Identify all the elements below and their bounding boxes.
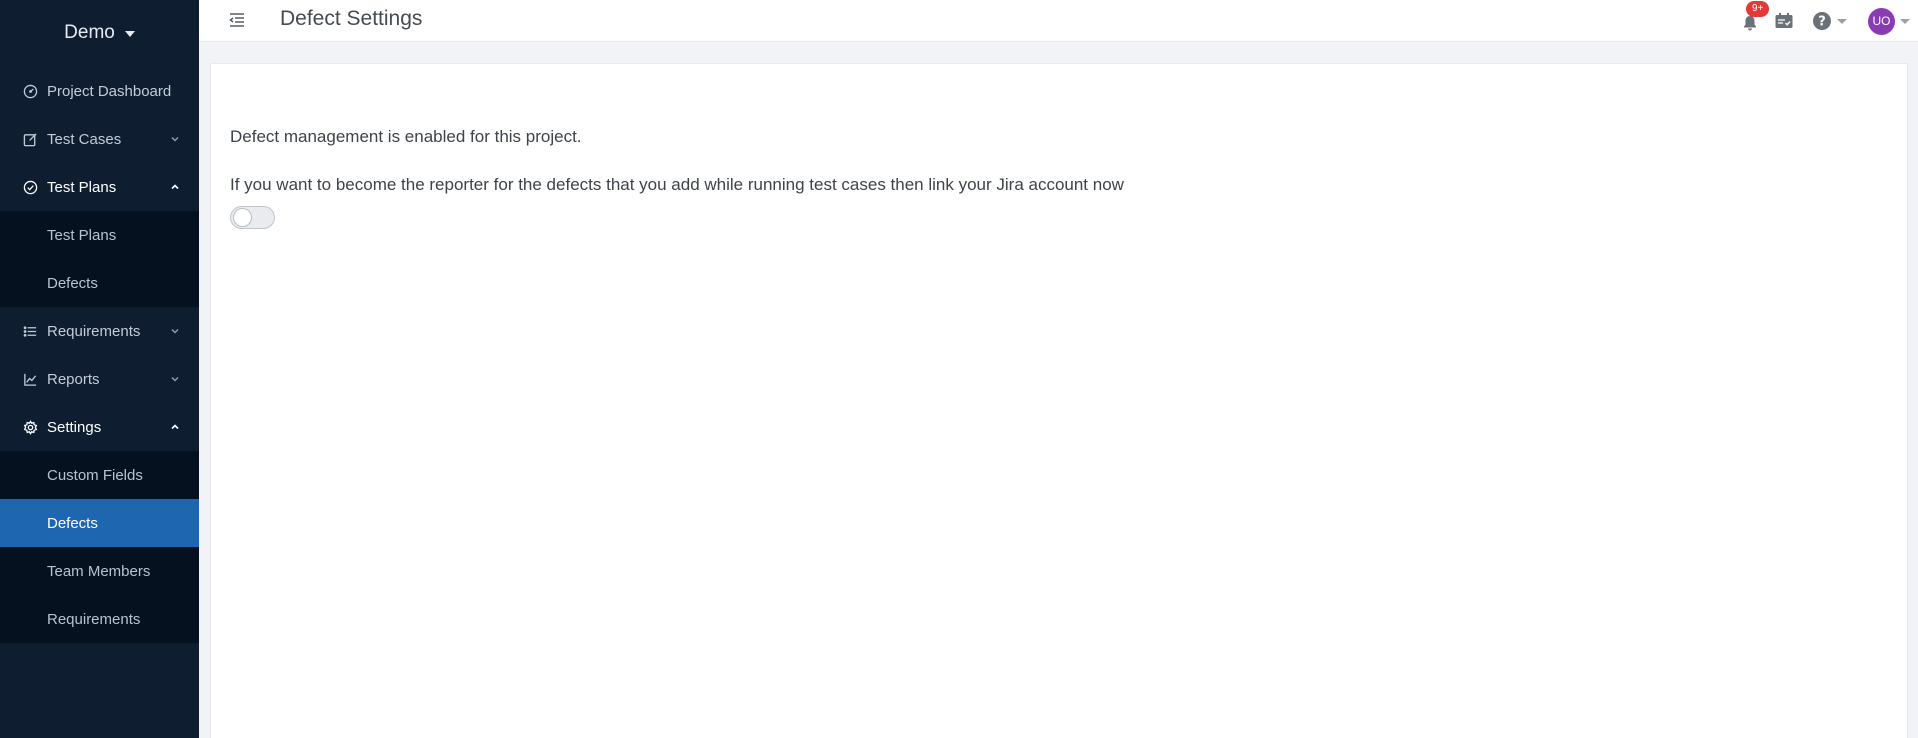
page-title: Defect Settings bbox=[280, 7, 423, 30]
avatar: UO bbox=[1868, 7, 1895, 35]
submenu-item-defects[interactable]: Defects bbox=[0, 259, 199, 307]
nav-label: Reports bbox=[47, 370, 100, 388]
test-plans-submenu: Test Plans Defects bbox=[0, 211, 199, 307]
user-menu[interactable]: UO bbox=[1868, 0, 1912, 42]
nav-project-dashboard[interactable]: Project Dashboard bbox=[0, 67, 199, 115]
list-icon bbox=[22, 323, 38, 339]
jira-link-toggle[interactable] bbox=[230, 206, 275, 229]
edit-icon bbox=[22, 131, 38, 147]
project-switcher[interactable]: Demo bbox=[0, 0, 199, 66]
submenu-item-test-plans[interactable]: Test Plans bbox=[0, 211, 199, 259]
line-chart-icon bbox=[22, 371, 38, 387]
help-menu[interactable]: ? bbox=[1812, 0, 1852, 42]
notification-badge: 9+ bbox=[1746, 1, 1770, 17]
nav-label: Project Dashboard bbox=[47, 82, 172, 100]
defect-management-status: Defect management is enabled for this pr… bbox=[230, 127, 582, 146]
chevron-down-icon bbox=[169, 325, 181, 337]
nav-label: Requirements bbox=[47, 322, 141, 340]
calendar-check-icon bbox=[1775, 13, 1793, 28]
calendar-button[interactable] bbox=[1774, 0, 1804, 42]
top-bar: Defect Settings 9+ ? UO bbox=[199, 0, 1918, 42]
nav-settings[interactable]: Settings bbox=[0, 403, 199, 451]
nav-label: Settings bbox=[47, 418, 102, 436]
project-name: Demo bbox=[64, 22, 115, 43]
nav-requirements[interactable]: Requirements bbox=[0, 307, 199, 355]
settings-submenu: Custom Fields Defects Team Members Requi… bbox=[0, 451, 199, 643]
help-icon: ? bbox=[1813, 12, 1831, 30]
gear-icon bbox=[22, 419, 38, 435]
jira-link-prompt: If you want to become the reporter for t… bbox=[230, 175, 1124, 194]
defect-settings-card: Defect management is enabled for this pr… bbox=[210, 63, 1908, 738]
chevron-down-icon bbox=[169, 133, 181, 145]
nav-label: Test Plans bbox=[47, 178, 117, 196]
sidebar: Demo Project Dashboard Test Cases Test P… bbox=[0, 0, 199, 738]
nav-reports[interactable]: Reports bbox=[0, 355, 199, 403]
notifications-button[interactable]: 9+ bbox=[1734, 0, 1770, 42]
gauge-icon bbox=[22, 83, 38, 99]
chevron-up-icon bbox=[169, 421, 181, 433]
caret-down-icon bbox=[1837, 18, 1847, 24]
submenu-item-defects-active[interactable]: Defects bbox=[0, 499, 199, 547]
svg-text:?: ? bbox=[1818, 15, 1826, 30]
toggle-knob bbox=[233, 208, 252, 227]
check-circle-icon bbox=[22, 179, 38, 195]
caret-down-icon bbox=[1900, 18, 1910, 24]
nav-test-plans[interactable]: Test Plans bbox=[0, 163, 199, 211]
submenu-item-team-members[interactable]: Team Members bbox=[0, 547, 199, 595]
submenu-item-requirements[interactable]: Requirements bbox=[0, 595, 199, 643]
chevron-up-icon bbox=[169, 181, 181, 193]
caret-down-icon bbox=[124, 31, 135, 37]
nav-test-cases[interactable]: Test Cases bbox=[0, 115, 199, 163]
submenu-item-custom-fields[interactable]: Custom Fields bbox=[0, 451, 199, 499]
menu-toggle-icon[interactable] bbox=[227, 10, 247, 30]
chevron-down-icon bbox=[169, 373, 181, 385]
nav-label: Test Cases bbox=[47, 130, 122, 148]
